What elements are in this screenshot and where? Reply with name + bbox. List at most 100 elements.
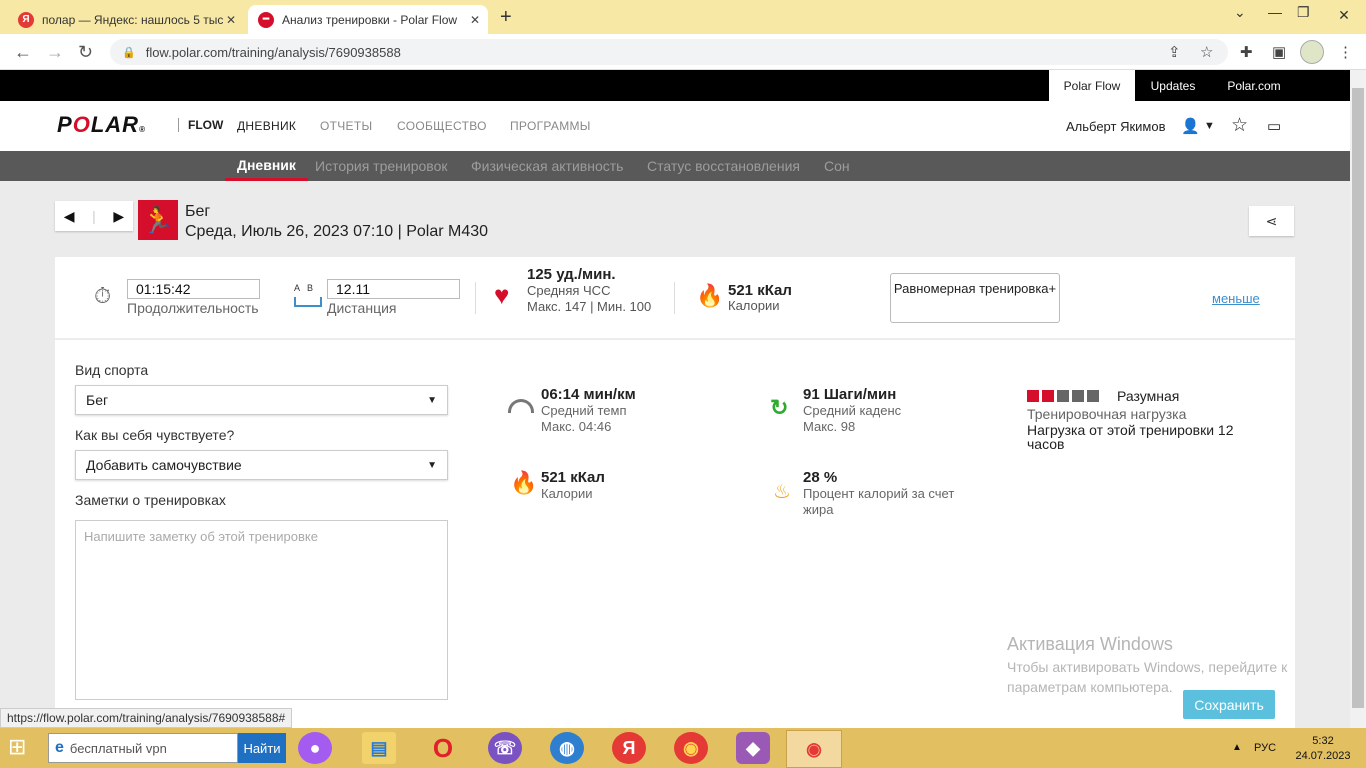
clock-time: 5:32 [1312,735,1334,747]
file-explorer-icon[interactable]: ▤ [362,732,396,764]
toplink-polar-flow[interactable]: Polar Flow [1049,70,1135,101]
tray-language[interactable]: РУС [1254,742,1276,754]
clock-date: 24.07.2023 [1295,750,1351,762]
search-text: бесплатный vpn [69,740,167,756]
caret-down-icon: ▼ [427,394,437,406]
messages-icon[interactable]: ▭ [1267,117,1281,135]
distance-label: Дистанция [327,300,397,316]
prev-next-control: ◀ | ▶ [55,201,133,231]
tab-polar-flow[interactable]: ━ Анализ тренировки - Polar Flow ✕ [248,5,488,34]
running-icon: 🏃 [138,200,178,240]
subnav-diary[interactable]: Дневник [225,151,308,181]
pace-max: Макс. 04:46 [541,419,612,434]
load-dot [1087,390,1099,402]
subnav-activity[interactable]: Физическая активность [471,151,623,181]
load-dot [1072,390,1084,402]
nav-community[interactable]: СООБЩЕСТВО [397,119,487,133]
load-description: Нагрузка от этой тренировки 12 часов [1027,422,1234,452]
tray-clock[interactable]: 5:32 24.07.2023 [1292,734,1354,764]
close-icon[interactable]: ✕ [470,13,480,27]
new-tab-button[interactable]: + [500,6,512,29]
lock-icon: 🔒 [122,46,136,59]
chrome-active-icon[interactable]: ◉ [786,730,842,768]
forward-icon[interactable]: → [46,42,64,63]
toplink-polar-com[interactable]: Polar.com [1211,70,1297,101]
cadence-icon: ↻ [770,395,789,420]
opera-icon[interactable]: O [426,732,460,764]
subnav-recovery[interactable]: Статус восстановления [647,151,800,181]
feeling-select[interactable]: Добавить самочувствие ▼ [75,450,448,480]
taskbar-search-input[interactable]: e бесплатный vpn [48,733,238,763]
user-name[interactable]: Альберт Якимов [1066,119,1165,134]
nav-diary[interactable]: ДНЕВНИК [237,119,296,133]
menu-icon[interactable]: ⋮ [1338,43,1353,61]
maximize-icon[interactable]: ❐ [1297,4,1310,21]
globe-icon[interactable]: ◍ [550,732,584,764]
prev-arrow-icon[interactable]: ◀ [64,208,75,225]
fat-percent-label: Процент калорий за счет жира [803,486,955,517]
viber-icon[interactable]: ☏ [488,732,522,764]
load-dot [1042,390,1054,402]
training-program-button[interactable]: Равномерная тренировка+ [890,273,1060,323]
tab-search-icon[interactable]: ⌄ [1234,4,1246,21]
subnav-training-history[interactable]: История тренировок [315,151,447,181]
app-icon[interactable]: ◆ [736,732,770,764]
status-url: https://flow.polar.com/training/analysis… [0,708,293,728]
minimize-icon[interactable]: — [1268,4,1282,20]
stopwatch-icon: ⏱ [94,283,112,308]
divider [475,282,476,314]
hr-max-min: Макс. 147 | Мин. 100 [527,299,652,314]
load-label: Тренировочная нагрузка [1027,406,1187,422]
next-arrow-icon[interactable]: ▶ [113,208,124,225]
select-value: Добавить самочувствие [86,457,242,473]
distance-field[interactable]: 12.11 [327,279,460,299]
duration-field[interactable]: 01:15:42 [127,279,260,299]
yandex-browser-icon[interactable]: Я [612,732,646,764]
toplink-updates[interactable]: Updates [1135,70,1211,101]
reload-icon[interactable]: ↻ [78,42,93,63]
window-close-icon[interactable]: ✕ [1322,0,1366,30]
tab-yandex-search[interactable]: Я полар — Яндекс: нашлось 5 тыс ✕ [8,5,244,34]
calories-value: 521 кКал [728,282,792,299]
chevron-down-icon[interactable]: ▼ [1204,120,1215,132]
share-button[interactable]: ⋖ [1249,206,1294,236]
share-page-icon[interactable]: ⇪ [1168,43,1181,61]
profile-avatar[interactable] [1300,40,1324,64]
hr-label: Средняя ЧСС [527,283,611,298]
nav-reports[interactable]: ОТЧЕТЫ [320,119,372,133]
bookmark-star-icon[interactable]: ☆ [1200,43,1213,61]
polar-logo[interactable]: POLAR® [57,112,146,138]
sport-title: Бег [185,203,211,220]
scrollbar-thumb[interactable] [1352,88,1364,708]
address-bar[interactable]: 🔒 flow.polar.com/training/analysis/76909… [110,39,1228,65]
fat-percent-value: 28 % [803,469,838,486]
load-dot [1057,390,1069,402]
back-icon[interactable]: ← [14,42,32,63]
cadence-label: Средний каденс [803,403,902,418]
tab-label: полар — Яндекс: нашлось 5 тыс [42,12,224,27]
extensions-icon[interactable]: ✚ [1240,43,1253,61]
duration-label: Продолжительность [127,300,259,316]
divider: | [92,208,96,224]
training-load-indicator [1027,389,1102,407]
alice-icon[interactable]: ● [298,732,332,764]
pace-value: 06:14 мин/км [541,386,636,403]
taskbar-search-button[interactable]: Найти [238,733,286,763]
hr-value: 125 уд./мин. [527,266,616,283]
sidebar-icon[interactable]: ▣ [1272,43,1286,61]
sport-type-select[interactable]: Бег ▼ [75,385,448,415]
polar-icon: ━ [258,11,274,28]
favorites-star-icon[interactable]: ☆ [1231,114,1248,137]
url-text: flow.polar.com/training/analysis/7690938… [145,44,401,60]
nav-programs[interactable]: ПРОГРАММЫ [510,119,591,133]
less-link[interactable]: меньше [1212,291,1260,306]
user-icon[interactable]: 👤 [1181,117,1200,135]
close-icon[interactable]: ✕ [226,13,236,27]
subnav-sleep[interactable]: Сон [824,151,850,181]
notes-textarea[interactable]: Напишите заметку об этой тренировке [75,520,448,700]
load-dot [1027,390,1039,402]
tray-chevron-icon[interactable]: ▲ [1232,742,1242,753]
windows-start-icon[interactable]: ⊞ [8,734,26,760]
chrome-icon[interactable]: ◉ [674,732,708,764]
save-button[interactable]: Сохранить [1183,690,1275,719]
